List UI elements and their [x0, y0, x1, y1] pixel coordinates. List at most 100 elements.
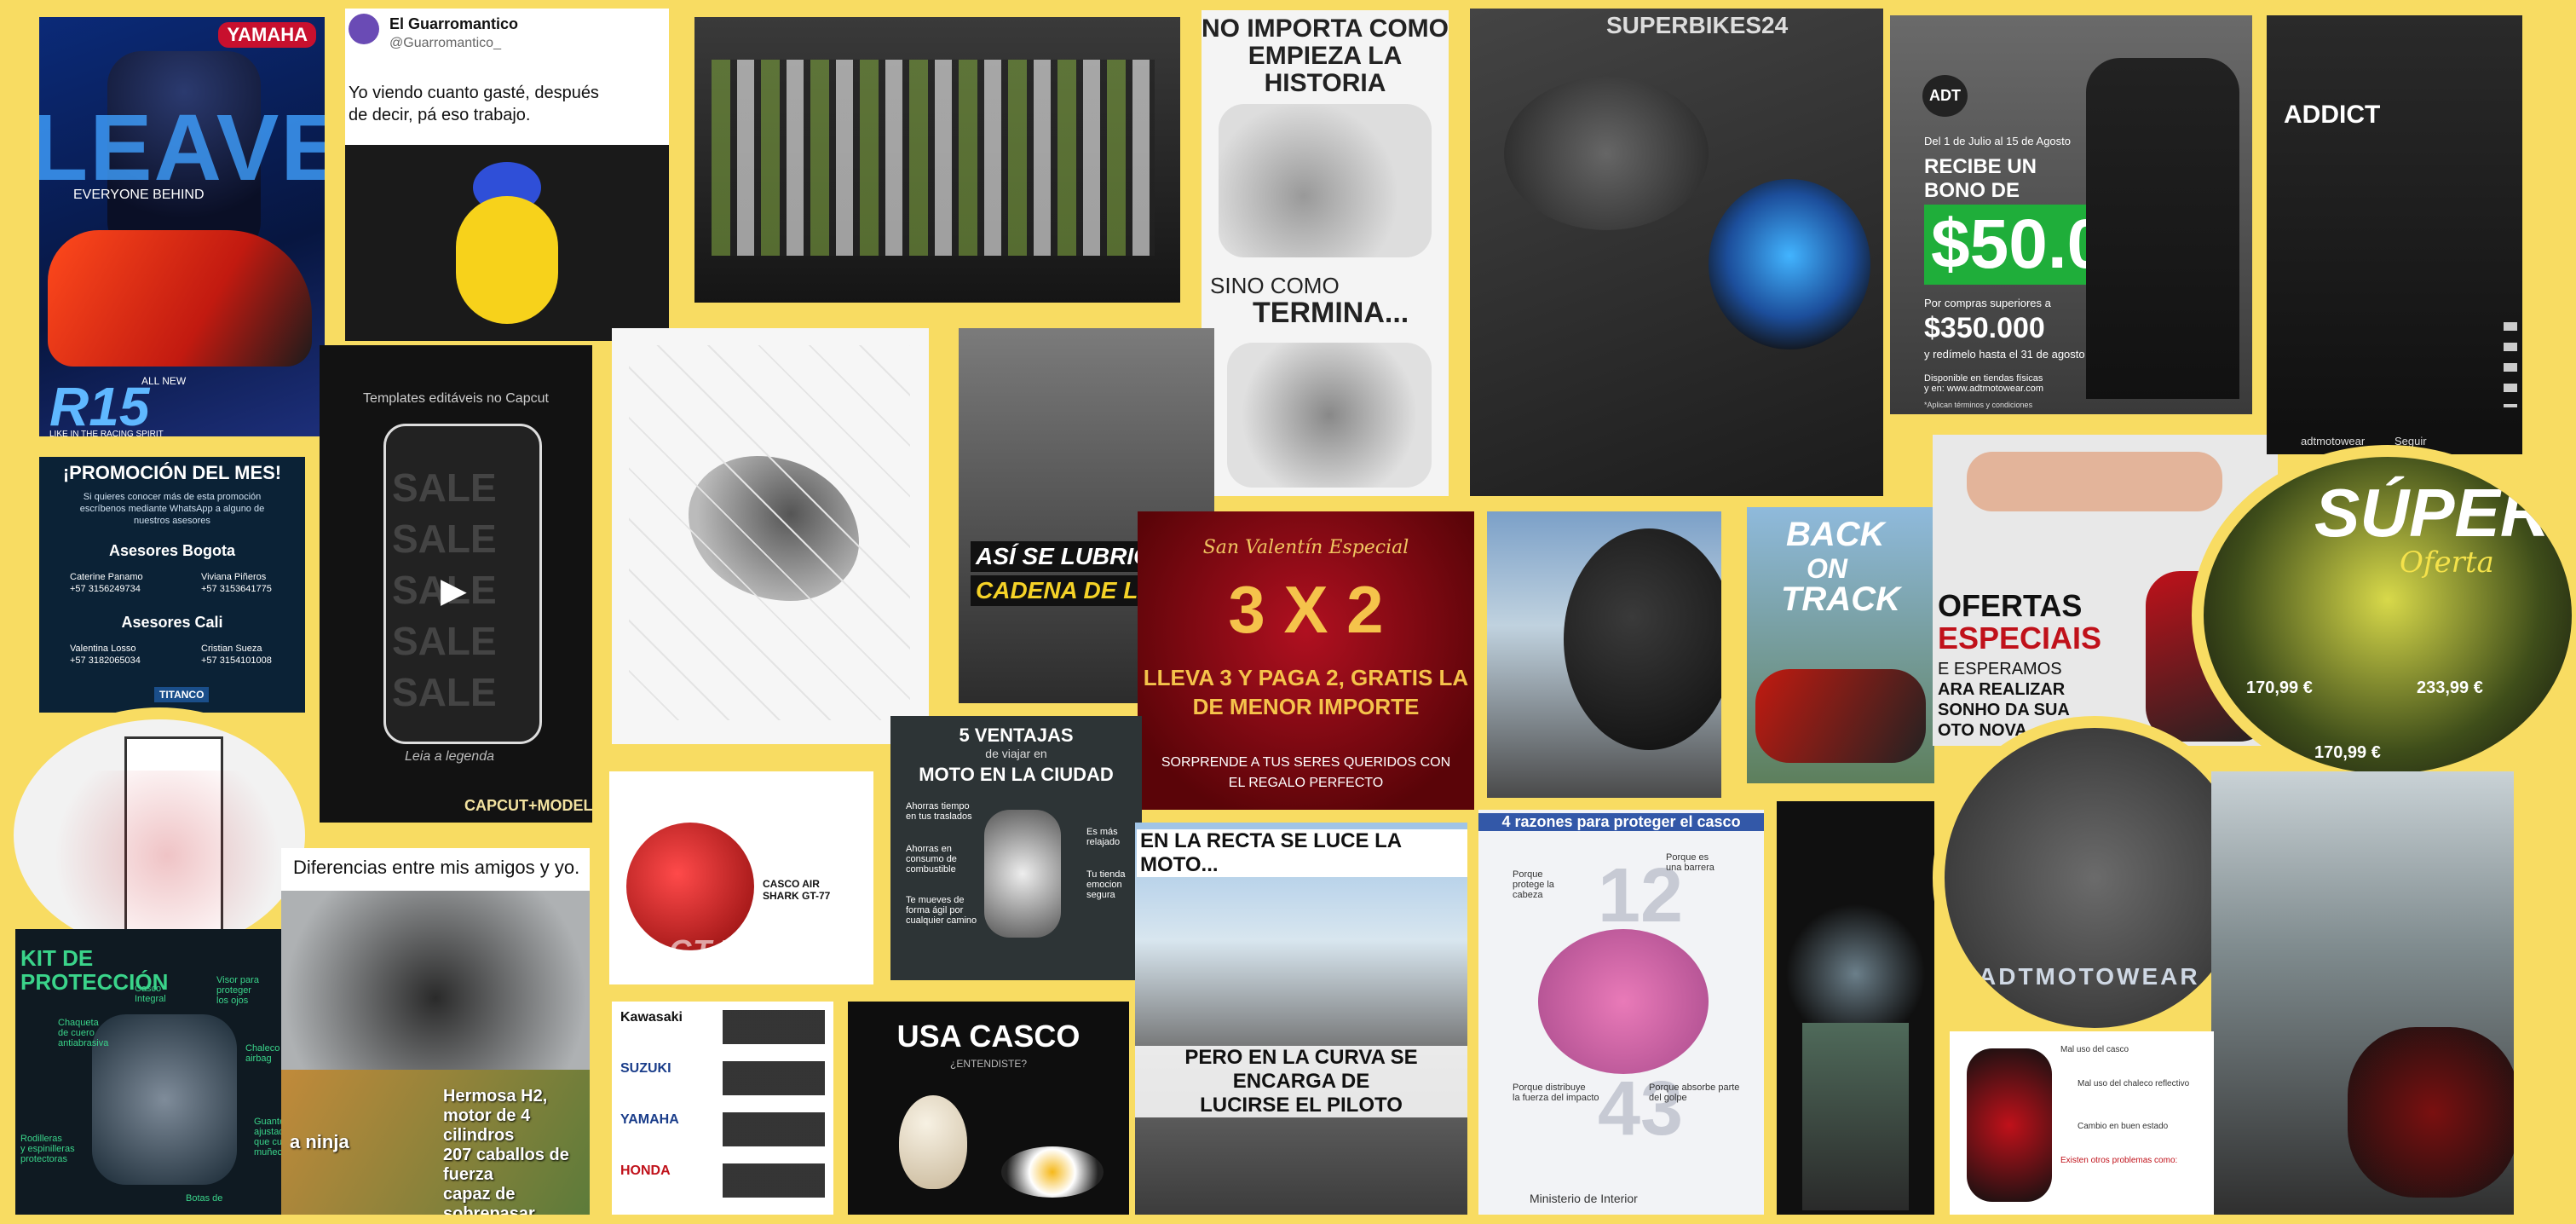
ventajas-title2: de viajar en	[985, 747, 1047, 760]
scooter-image	[984, 810, 1061, 938]
ventajas-title1: 5 VENTAJAS	[959, 725, 1074, 746]
adtmotowear-circle[interactable]: ADTMOTOWEAR	[1933, 716, 2256, 1040]
amigos-title: Diferencias entre mis amigos y yo.	[293, 857, 580, 878]
adt-redeem: y redímelo hasta el 31 de agosto	[1924, 348, 2085, 361]
helmet-diagram	[1538, 929, 1709, 1074]
valentin-offer: 3 X 2	[1228, 572, 1384, 647]
usa-casco-ad[interactable]: USA CASCO ¿ENTENDISTE?	[848, 1002, 1129, 1215]
adt-note: *Aplican términos y condiciones	[1924, 401, 2033, 409]
promo-bogota-2: Viviana Piñeros +57 3153641775	[201, 572, 272, 594]
rider-sketch-1	[1219, 104, 1432, 257]
adt-bono-ad[interactable]: ADT Del 1 de Julio al 15 de Agosto RECIB…	[1890, 15, 2252, 414]
helmet-shop-photo[interactable]	[694, 17, 1180, 303]
valentin-line1: LLEVA 3 Y PAGA 2, GRATIS LA	[1143, 665, 1469, 690]
red-zone	[31, 771, 303, 941]
amigos-ninja: a ninja	[290, 1131, 349, 1152]
ofertas-line5: SONHO DA SUA	[1938, 701, 2070, 719]
meme-image	[345, 145, 669, 341]
ventaja-1: Ahorras tiempo en tus traslados	[906, 801, 972, 822]
usa-casco-title: USA CASCO	[896, 1019, 1081, 1054]
razones-title: 4 razones para proteger el casco	[1478, 813, 1764, 831]
casco-watermark: GT-77	[669, 933, 755, 968]
promo-bogota-title: Asesores Bogota	[108, 542, 236, 559]
ofertas-line1: OFERTAS	[1938, 588, 2083, 623]
tiktok-addict-video[interactable]: ADDICT	[2267, 15, 2522, 431]
recta-curva-meme[interactable]: EN LA RECTA SE LUCE LA MOTO... PERO EN L…	[1135, 823, 1467, 1215]
ventajas-ciudad[interactable]: 5 VENTAJAS de viajar en MOTO EN LA CIUDA…	[890, 716, 1142, 980]
story-comic[interactable]: NO IMPORTA COMO EMPIEZA LA HISTORIA SINO…	[1202, 10, 1449, 496]
backtrack-line3: TRACK	[1781, 580, 1900, 618]
adtmotowear-brand: ADTMOTOWEAR	[1979, 963, 2200, 990]
superbikes-title: SUPERBIKES24	[1606, 12, 1789, 38]
tweet-meme[interactable]: El Guarromantico @Guarromantico_ Yo vien…	[345, 9, 669, 341]
promo-bogota-1: Caterine Panamo +57 3156249734	[70, 572, 143, 594]
kit-proteccion[interactable]: KIT DE PROTECCIÓN Casco Integral Visor p…	[15, 929, 309, 1215]
riders-image	[1755, 669, 1926, 763]
story-bottom-1: SINO COMO	[1210, 273, 1340, 298]
adtmotowear-handle: adtmotowear	[2301, 435, 2366, 447]
capcut-template-video[interactable]: Templates editáveis no Capcut SALE SALE …	[320, 345, 592, 823]
tip-2: Mal uso del chaleco reflectivo	[2078, 1079, 2190, 1088]
road-image	[1802, 1023, 1909, 1210]
superoferta-script: Oferta	[2400, 546, 2494, 580]
hand-image	[1967, 452, 2222, 511]
side-points-circle[interactable]	[2, 707, 317, 963]
capcut-title: Templates editáveis no Capcut	[363, 391, 549, 406]
ventajas-title3: MOTO EN LA CIUDAD	[919, 764, 1114, 785]
yamaha-model: R15	[49, 376, 150, 436]
avatar	[349, 14, 379, 44]
ofertas-line4: ARA REALIZAR	[1938, 680, 2066, 699]
capcut-caption: Leia a legenda	[405, 749, 494, 764]
usa-casco-sub: ¿ENTENDISTE?	[949, 1058, 1027, 1070]
brands-vs-silhouettes[interactable]: Kawasaki SUZUKI YAMAHA HONDA	[612, 1002, 833, 1215]
road-bike-photo[interactable]	[2211, 771, 2514, 1215]
superbikes-group-photo[interactable]: SUPERBIKES24	[1470, 9, 1883, 496]
brand-suzuki: SUZUKI	[620, 1061, 671, 1076]
helmet-rider-road-photo[interactable]	[1487, 511, 1721, 798]
adt-purchase: Por compras superiores a	[1924, 297, 2051, 309]
amigos-caption: Hermosa H2, motor de 4 cilindros 207 cab…	[443, 1087, 569, 1215]
kit-l1: Casco Integral	[135, 984, 166, 1004]
story-bottom-2: TERMINA...	[1253, 297, 1409, 329]
helmet-safety-infographic[interactable]	[612, 328, 929, 744]
play-icon[interactable]: ▶	[441, 571, 467, 610]
bike-illustration	[92, 1014, 237, 1185]
helmet-group	[1504, 77, 1709, 230]
yamaha-brand: YAMAHA	[218, 22, 316, 48]
sale-text-5: SALE	[392, 670, 497, 714]
razones-casco[interactable]: 4 razones para proteger el casco 12 43 P…	[1478, 810, 1764, 1215]
adt-line2: BONO DE	[1924, 179, 2020, 202]
ventaja-4: Es más relajado	[1086, 827, 1121, 847]
helmet-tips-infographic[interactable]: Mal uso del casco Mal uso del chaleco re…	[1950, 1031, 2214, 1215]
mirror-road-photo[interactable]	[1777, 801, 1934, 1215]
super-oferta-circle[interactable]: SÚPER Oferta 170,99 € 233,99 € 170,99 € …	[2192, 445, 2576, 786]
tip-4: Existen otros problemas como:	[2060, 1156, 2178, 1165]
yamaha-r15-ad[interactable]: YAMAHA LEAVE EVERYONE BEHIND ALL NEW R15…	[39, 17, 325, 436]
casco-shop-site[interactable]: CASCO AIR SHARK GT-77 GT-77	[609, 771, 873, 984]
amigos-meme[interactable]: Diferencias entre mis amigos y yo. a nin…	[281, 848, 590, 1215]
valentin-script: San Valentín Especial	[1202, 537, 1409, 558]
brand-kawasaki: Kawasaki	[620, 1010, 683, 1025]
tip-1: Mal uso del casco	[2060, 1045, 2129, 1054]
rider-figure	[1967, 1048, 2052, 1202]
kit-l3: Chaqueta de cuero antiabrasiva	[58, 1018, 109, 1048]
h2-bike-image	[281, 891, 590, 1070]
motorcycle-image	[48, 230, 312, 367]
adt-min: $350.000	[1924, 312, 2045, 344]
recta-top: EN LA RECTA SE LUCE LA MOTO...	[1137, 829, 1467, 877]
tiktok-brand: ADDICT	[2284, 101, 2381, 129]
kit-l7: Botas de	[186, 1193, 223, 1204]
razones-label4: Porque absorbe parte del golpe	[1649, 1083, 1740, 1103]
brand-honda: HONDA	[620, 1163, 671, 1178]
tweet-name: El Guarromantico	[389, 15, 519, 32]
san-valentin-3x2[interactable]: San Valentín Especial 3 X 2 LLEVA 3 Y PA…	[1138, 511, 1474, 810]
kit-l2: Visor para proteger los ojos	[216, 975, 259, 1006]
sale-text: SALE	[392, 465, 497, 510]
brand-yamaha: YAMAHA	[620, 1112, 679, 1127]
razones-footer: Ministerio de Interior	[1530, 1192, 1638, 1205]
promo-del-mes[interactable]: ¡PROMOCIÓN DEL MES! Si quieres conocer m…	[39, 457, 305, 713]
side-icons[interactable]	[2504, 322, 2517, 407]
ventaja-3: Te mueves de forma ágil por cualquier ca…	[906, 895, 977, 926]
casco-product: CASCO AIR SHARK GT-77	[763, 878, 831, 902]
back-on-track-ad[interactable]: BACK ON TRACK	[1747, 507, 1934, 783]
